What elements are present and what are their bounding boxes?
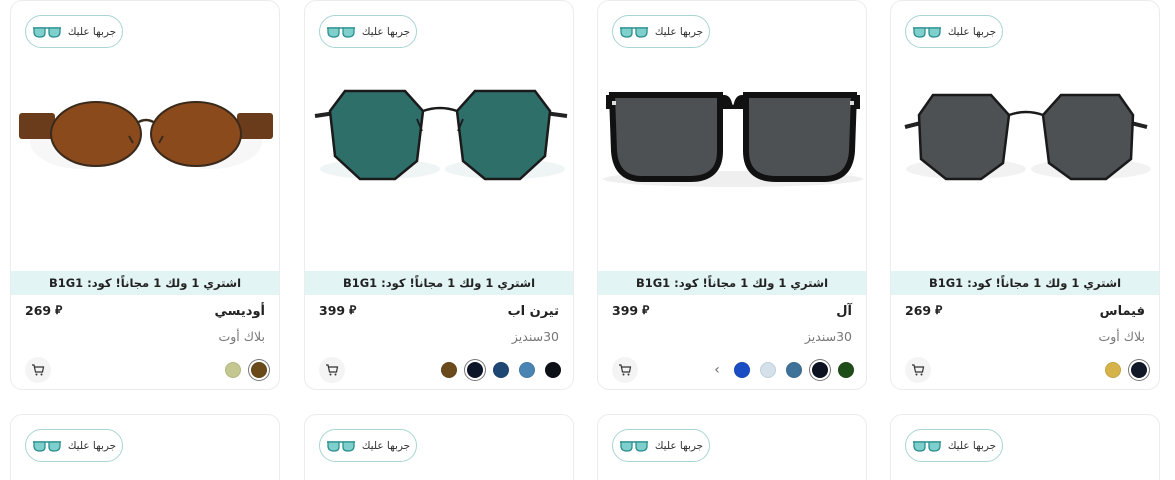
- color-swatch[interactable]: [441, 362, 457, 378]
- color-swatches: [1105, 362, 1147, 378]
- cart-icon: [326, 364, 339, 376]
- product-card-odyssey[interactable]: جربها عليك اشتري 1 ولك 1 مجاناً! كود: B1…: [10, 0, 280, 390]
- color-swatch[interactable]: [519, 362, 535, 378]
- color-swatch[interactable]: [734, 362, 750, 378]
- add-to-cart-button[interactable]: [25, 357, 51, 383]
- product-subtitle: بلاك أوت: [218, 329, 266, 344]
- product-name[interactable]: أوديسي: [215, 304, 265, 319]
- cart-icon: [912, 364, 925, 376]
- try-on-label: جربها عليك: [947, 25, 997, 38]
- product-name[interactable]: تيرن اب: [508, 304, 559, 319]
- try-on-label: جربها عليك: [67, 439, 117, 452]
- color-swatch[interactable]: [786, 362, 802, 378]
- try-on-button[interactable]: جربها عليك: [612, 429, 710, 462]
- sunglasses-image: [603, 92, 863, 187]
- glasses-icon: [326, 26, 355, 38]
- price-value: 399: [612, 303, 639, 318]
- product-image[interactable]: [891, 61, 1159, 261]
- color-swatch[interactable]: [545, 362, 561, 378]
- sunglasses-image: [314, 89, 568, 181]
- try-on-button[interactable]: جربها عليك: [25, 429, 123, 462]
- promo-banner: اشتري 1 ولك 1 مجاناً! كود: B1G1: [11, 271, 279, 295]
- color-swatch[interactable]: [760, 362, 776, 378]
- product-card[interactable]: جربها عليك: [597, 414, 867, 480]
- try-on-button[interactable]: جربها عليك: [25, 15, 123, 48]
- try-on-label: جربها عليك: [654, 25, 704, 38]
- color-swatch[interactable]: [493, 362, 509, 378]
- try-on-button[interactable]: جربها عليك: [905, 429, 1003, 462]
- try-on-label: جربها عليك: [654, 439, 704, 452]
- color-swatch[interactable]: [838, 362, 854, 378]
- price-value: 269: [25, 303, 52, 318]
- sunglasses-image: [19, 101, 273, 169]
- sunglasses-image: [904, 93, 1151, 181]
- color-swatch[interactable]: [467, 362, 483, 378]
- try-on-button[interactable]: جربها عليك: [905, 15, 1003, 48]
- color-swatches: [225, 362, 267, 378]
- cart-icon: [619, 364, 632, 376]
- color-swatch[interactable]: [251, 362, 267, 378]
- try-on-label: جربها عليك: [361, 439, 411, 452]
- product-card-fimas[interactable]: جربها عليك اشتري 1 ولك 1 مجاناً! كود: B1…: [890, 0, 1160, 390]
- add-to-cart-button[interactable]: [319, 357, 345, 383]
- add-to-cart-button[interactable]: [905, 357, 931, 383]
- product-price: 399 ⃁: [612, 303, 649, 318]
- chevron-left-icon[interactable]: ‹: [710, 362, 724, 378]
- cart-icon: [32, 364, 45, 376]
- product-image[interactable]: [305, 61, 573, 261]
- try-on-button[interactable]: جربها عليك: [319, 429, 417, 462]
- product-card[interactable]: جربها عليك: [890, 414, 1160, 480]
- product-card[interactable]: جربها عليك: [304, 414, 574, 480]
- riyal-icon: ⃁: [55, 303, 63, 317]
- try-on-button[interactable]: جربها عليك: [319, 15, 417, 48]
- promo-banner: اشتري 1 ولك 1 مجاناً! كود: B1G1: [891, 271, 1159, 295]
- product-price: 269 ⃁: [25, 303, 62, 318]
- glasses-icon: [619, 440, 648, 452]
- glasses-icon: [619, 26, 648, 38]
- riyal-icon: ⃁: [349, 303, 357, 317]
- promo-banner: اشتري 1 ولك 1 مجاناً! كود: B1G1: [305, 271, 573, 295]
- product-image[interactable]: [11, 61, 279, 261]
- glasses-icon: [32, 440, 61, 452]
- product-price: 269 ⃁: [905, 303, 942, 318]
- color-swatch[interactable]: [1105, 362, 1121, 378]
- product-price: 399 ⃁: [319, 303, 356, 318]
- try-on-label: جربها عليك: [361, 25, 411, 38]
- color-swatches: ‹: [710, 362, 854, 378]
- glasses-icon: [912, 440, 941, 452]
- product-subtitle: 30سنديز: [511, 329, 559, 344]
- riyal-icon: ⃁: [642, 303, 650, 317]
- color-swatches: [441, 362, 561, 378]
- price-value: 269: [905, 303, 932, 318]
- glasses-icon: [912, 26, 941, 38]
- product-card[interactable]: جربها عليك: [10, 414, 280, 480]
- add-to-cart-button[interactable]: [612, 357, 638, 383]
- product-name[interactable]: فيماس: [1100, 304, 1145, 319]
- glasses-icon: [32, 26, 61, 38]
- riyal-icon: ⃁: [935, 303, 943, 317]
- product-card-al[interactable]: جربها عليك اشتري 1 ولك 1 مجاناً! كود: B1…: [597, 0, 867, 390]
- color-swatch[interactable]: [1131, 362, 1147, 378]
- product-subtitle: بلاك أوت: [1098, 329, 1146, 344]
- product-name[interactable]: آل: [836, 304, 852, 319]
- product-card-turn-up[interactable]: جربها عليك اشتري 1 ولك 1 مجاناً! كود: B1…: [304, 0, 574, 390]
- glasses-icon: [326, 440, 355, 452]
- price-value: 399: [319, 303, 346, 318]
- product-subtitle: 30سنديز: [804, 329, 852, 344]
- color-swatch[interactable]: [812, 362, 828, 378]
- promo-banner: اشتري 1 ولك 1 مجاناً! كود: B1G1: [598, 271, 866, 295]
- product-image[interactable]: [598, 61, 866, 261]
- try-on-label: جربها عليك: [947, 439, 997, 452]
- try-on-label: جربها عليك: [67, 25, 117, 38]
- color-swatch[interactable]: [225, 362, 241, 378]
- try-on-button[interactable]: جربها عليك: [612, 15, 710, 48]
